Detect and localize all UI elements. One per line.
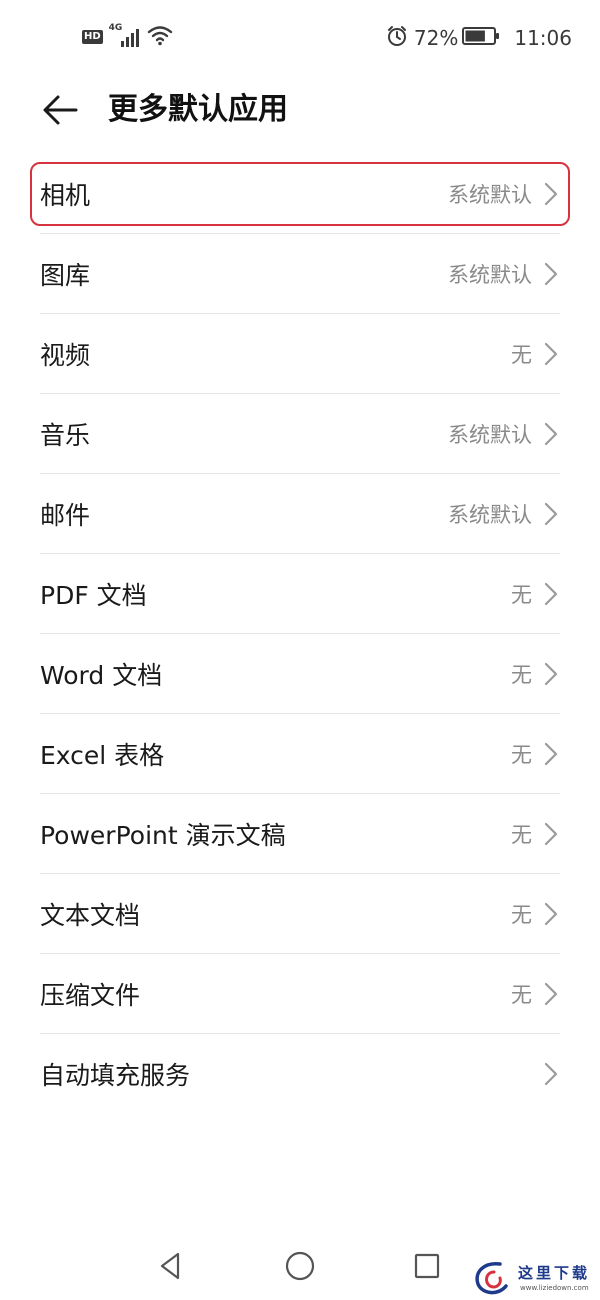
network-type: 4G: [108, 23, 123, 33]
nav-home-button[interactable]: [282, 1248, 318, 1284]
battery-percent: 72%: [413, 26, 459, 50]
item-label: Excel 表格: [40, 741, 165, 770]
clock: 11:06: [514, 26, 572, 50]
default-apps-list: 相机 系统默认 图库 系统默认 视频无音乐 系统默认 邮件 系统默认 PDF 文档无 Word 文…: [0, 154, 600, 1114]
chevron-right-icon: [544, 982, 558, 1006]
chevron-right-icon: [544, 822, 558, 846]
chevron-right-icon: [544, 182, 558, 206]
alarm-icon: [386, 25, 408, 52]
nav-recents-button[interactable]: [409, 1248, 445, 1284]
item-label: 邮件: [40, 501, 91, 530]
item-value: 无: [511, 583, 532, 607]
item-value: 无: [511, 983, 532, 1007]
item-label: 音乐: [40, 421, 91, 450]
signal-icon: 4G: [108, 23, 141, 49]
status-bar: HD 4G 72% 11:06: [0, 0, 600, 74]
item-label: 图库: [40, 261, 91, 290]
recents-square-icon: [414, 1253, 440, 1279]
chevron-right-icon: [544, 1062, 558, 1086]
hd-badge: HD: [82, 30, 103, 44]
item-label: 视频: [40, 341, 91, 370]
chevron-right-icon: [544, 502, 558, 526]
home-circle-icon: [285, 1251, 315, 1281]
watermark-logo: 这里下载 www.liziedown.com: [470, 1258, 596, 1298]
item-label: 自动填充服务: [40, 1061, 191, 1090]
back-arrow-icon: [43, 95, 78, 125]
list-item[interactable]: Word 文档 无: [0, 634, 600, 714]
item-value: 无: [511, 743, 532, 767]
list-item[interactable]: 视频 无: [0, 314, 600, 394]
item-value: 系统默认: [448, 503, 532, 527]
chevron-right-icon: [544, 422, 558, 446]
chevron-right-icon: [544, 342, 558, 366]
status-left: HD 4G: [82, 23, 173, 50]
item-value: 系统默认: [448, 183, 532, 207]
app-header: 更多默认应用: [0, 80, 600, 140]
list-item[interactable]: PDF 文档 无: [0, 554, 600, 634]
list-item[interactable]: 相机 系统默认: [0, 154, 600, 234]
chevron-right-icon: [544, 662, 558, 686]
wifi-icon: [147, 24, 173, 50]
chevron-right-icon: [544, 262, 558, 286]
item-label: 相机: [40, 181, 91, 210]
chevron-right-icon: [544, 742, 558, 766]
item-value: 无: [511, 823, 532, 847]
watermark-text: 这里下载: [518, 1264, 591, 1282]
list-item[interactable]: PowerPoint 演示文稿 无: [0, 794, 600, 874]
item-label: Word 文档: [40, 661, 163, 690]
item-value: 无: [511, 663, 532, 687]
list-item[interactable]: 自动填充服务: [0, 1034, 600, 1114]
list-item[interactable]: Excel 表格 无: [0, 714, 600, 794]
list-item[interactable]: 压缩文件 无: [0, 954, 600, 1034]
item-label: PDF 文档: [40, 581, 147, 610]
battery-icon: [462, 26, 500, 51]
item-value: 系统默认: [448, 263, 532, 287]
list-item[interactable]: 图库 系统默认: [0, 234, 600, 314]
item-value: 无: [511, 343, 532, 367]
chevron-right-icon: [544, 902, 558, 926]
item-value: 系统默认: [448, 423, 532, 447]
status-right: 72% 11:06: [386, 24, 572, 52]
list-item[interactable]: 音乐 系统默认: [0, 394, 600, 474]
back-button[interactable]: [38, 88, 82, 132]
item-value: 无: [511, 903, 532, 927]
item-label: 压缩文件: [40, 981, 141, 1010]
item-label: 文本文档: [40, 901, 141, 930]
watermark-url: www.liziedown.com: [520, 1284, 589, 1292]
nav-back-button[interactable]: [153, 1248, 189, 1284]
item-label: PowerPoint 演示文稿: [40, 821, 286, 850]
chevron-right-icon: [544, 582, 558, 606]
swirl-logo-icon: [475, 1262, 508, 1295]
list-item[interactable]: 文本文档 无: [0, 874, 600, 954]
back-triangle-icon: [160, 1252, 180, 1280]
page-title: 更多默认应用: [108, 92, 288, 127]
list-item[interactable]: 邮件 系统默认: [0, 474, 600, 554]
